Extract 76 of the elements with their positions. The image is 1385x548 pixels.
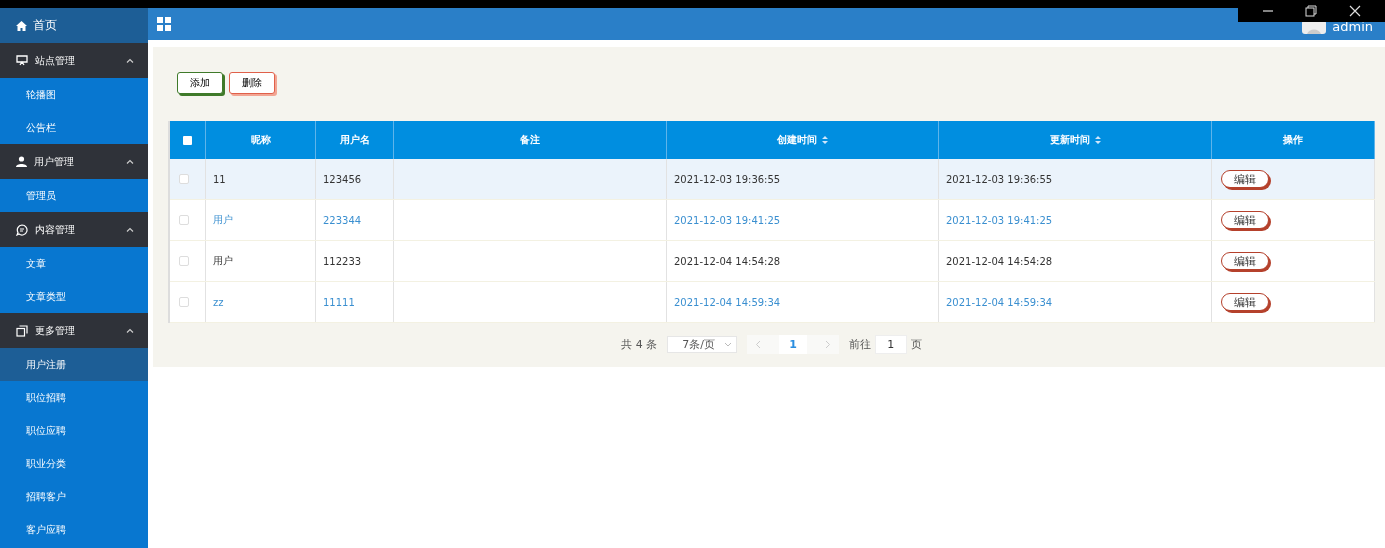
home-icon	[16, 20, 27, 31]
close-icon[interactable]	[1349, 5, 1362, 17]
page-size-select[interactable]: 7条/页	[667, 336, 738, 353]
table-cell: 2021-12-04 14:54:28	[946, 255, 1053, 267]
sidebar-item[interactable]: 管理员	[0, 179, 148, 212]
grid-icon[interactable]	[157, 17, 171, 31]
column-header: 用户名	[339, 133, 370, 147]
table-cell: 11	[213, 173, 226, 185]
delete-button[interactable]: 删除	[229, 72, 275, 94]
table-cell: 2021-12-03 19:36:55	[674, 173, 781, 185]
page-input[interactable]: 1	[874, 335, 907, 354]
chevron-down-icon	[724, 342, 733, 347]
restore-icon[interactable]	[1305, 5, 1318, 17]
edit-button[interactable]: 编辑	[1221, 293, 1269, 311]
sidebar-item[interactable]: 文章	[0, 247, 148, 280]
sort-icon[interactable]	[1094, 136, 1101, 144]
sidebar-item[interactable]: 职业分类	[0, 447, 148, 480]
next-page-icon[interactable]	[824, 340, 831, 349]
sidebar-group[interactable]: 内容管理	[0, 212, 148, 247]
column-header: 更新时间	[1049, 133, 1090, 147]
table-row[interactable]: zz 11111 2021-12-04 14:59:34 2021-12-04 14:59:34 编辑	[170, 282, 1375, 323]
sidebar-group[interactable]: 站点管理	[0, 43, 148, 78]
edit-button[interactable]: 编辑	[1221, 170, 1269, 188]
table-cell: 2021-12-04 14:59:34	[674, 296, 781, 308]
table-cell: 2021-12-03 19:41:25	[674, 214, 781, 226]
row-checkbox[interactable]	[179, 256, 189, 266]
caret-icon	[126, 159, 134, 164]
sidebar-item[interactable]: 轮播图	[0, 78, 148, 111]
table-cell: 用户	[213, 213, 233, 227]
table-row[interactable]: 用户 112233 2021-12-04 14:54:28 2021-12-04 14:54:28 编辑	[170, 241, 1375, 282]
edit-button[interactable]: 编辑	[1221, 211, 1269, 229]
sidebar-item[interactable]: 客户应聘	[0, 513, 148, 546]
row-checkbox[interactable]	[179, 174, 189, 184]
sidebar-item[interactable]: 公告栏	[0, 111, 148, 144]
edit-button[interactable]: 编辑	[1221, 252, 1269, 270]
sidebar-group[interactable]: 更多管理	[0, 313, 148, 348]
user-name[interactable]: admin	[1332, 20, 1373, 34]
monitor-icon	[16, 55, 28, 66]
goto-label: 前往	[848, 337, 871, 352]
table-cell: 2021-12-04 14:54:28	[674, 255, 781, 267]
sidebar-item[interactable]: 职位招聘	[0, 381, 148, 414]
prev-page-icon[interactable]	[755, 340, 762, 349]
column-header: 备注	[520, 133, 540, 147]
sidebar-item[interactable]: 招聘客户	[0, 480, 148, 513]
table-cell: 123456	[323, 173, 362, 185]
row-checkbox[interactable]	[179, 297, 189, 307]
table-cell: 223344	[323, 214, 362, 226]
column-header: 昵称	[250, 133, 271, 147]
total-count: 共 4 条	[621, 337, 658, 352]
table-cell: 用户	[213, 254, 233, 268]
sidebar-item[interactable]: 文章类型	[0, 280, 148, 313]
caret-icon	[126, 58, 134, 63]
table-cell: zz	[213, 296, 224, 308]
row-checkbox[interactable]	[179, 215, 189, 225]
add-button[interactable]: 添加	[177, 72, 223, 94]
chat-icon	[16, 223, 28, 236]
table-cell: 2021-12-04 14:59:34	[946, 296, 1053, 308]
sidebar-item[interactable]: 职位应聘	[0, 414, 148, 447]
sidebar-item[interactable]: 首页	[0, 8, 148, 43]
table-cell: 112233	[323, 255, 362, 267]
column-header: 操作	[1283, 133, 1303, 147]
copy-icon	[16, 324, 28, 337]
column-header: 创建时间	[777, 133, 817, 147]
sort-icon[interactable]	[822, 136, 828, 144]
caret-icon	[126, 328, 134, 333]
table-row[interactable]: 用户 223344 2021-12-03 19:41:25 2021-12-03 19:41:25 编辑	[170, 200, 1375, 241]
table-row[interactable]: 11 123456 2021-12-03 19:36:55 2021-12-03 19:36:55 编辑	[170, 159, 1375, 200]
user-icon	[16, 156, 27, 167]
select-all-checkbox[interactable]	[183, 135, 192, 145]
table-cell: 11111	[323, 296, 355, 308]
sidebar-item[interactable]: 用户注册	[0, 348, 148, 381]
page-suffix: 页	[910, 337, 922, 352]
sidebar-group[interactable]: 用户管理	[0, 144, 148, 179]
table-cell: 2021-12-03 19:36:55	[946, 173, 1053, 185]
caret-icon	[126, 227, 134, 232]
table-cell: 2021-12-03 19:41:25	[946, 214, 1053, 226]
